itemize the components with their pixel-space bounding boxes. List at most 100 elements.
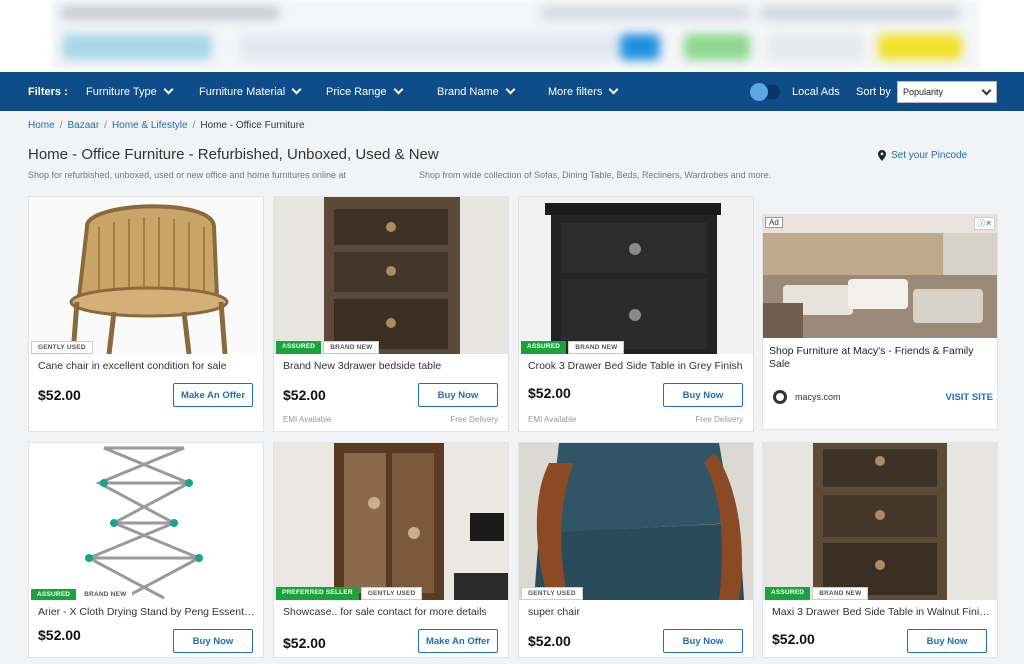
page-subtitle-left: Shop for refurbished, unboxed, used or n… [28,170,347,180]
product-title[interactable]: Brand New 3drawer bedside table [283,360,501,372]
breadcrumb-separator: / [59,120,63,131]
make-offer-button[interactable]: Make An Offer [418,629,498,653]
product-card[interactable]: ASSURED BRAND NEW Crook 3 Drawer Bed Sid… [518,196,754,432]
breadcrumb-current: Home - Office Furniture [200,120,305,131]
product-image-drying-stand[interactable]: ASSURED BRAND NEW [29,443,263,600]
product-card[interactable]: ASSURED BRAND NEW Maxi 3 Drawer Bed Side… [762,442,998,658]
product-image-showcase[interactable]: PREFERRED SELLER GENTLY USED [274,443,508,600]
pincode-label: Set your Pincode [891,150,968,161]
product-price: $52.00 [38,627,81,643]
product-price: $52.00 [283,387,326,403]
header-brand-blur [62,34,212,60]
filter-label: More filters [548,85,603,98]
emi-available: EMI Available [528,415,577,424]
make-offer-button[interactable]: Make An Offer [173,383,253,407]
product-card[interactable]: ASSURED BRAND NEW Brand New 3drawer beds… [273,196,509,432]
product-image-maxi-table[interactable]: ASSURED BRAND NEW [763,443,997,600]
ad-label: Ad [765,217,783,228]
badge-group: ASSURED BRAND NEW [31,589,133,600]
product-image-super-chair[interactable]: GENTLY USED [519,443,753,600]
product-image-cane-chair[interactable]: GENTLY USED [29,197,263,354]
ad-title[interactable]: Shop Furniture at Macy's - Friends & Fam… [769,345,993,371]
sort-value: Popularity [903,87,944,97]
toggle-knob [750,82,768,101]
toggle-switch[interactable] [750,82,780,101]
drying-stand-illustration [85,446,203,600]
header-links-blur [540,6,750,20]
free-delivery: Free Delivery [450,415,498,424]
product-card[interactable]: ASSURED BRAND NEW Arier - X Cloth Drying… [28,442,264,658]
product-card[interactable]: GENTLY USED super chair $52.00 Buy Now [518,442,754,658]
badge-gently-used: GENTLY USED [31,341,93,354]
badge-group: GENTLY USED [521,587,583,600]
breadcrumb-home[interactable]: Home [28,120,55,131]
filter-brand-name[interactable]: Brand Name [437,72,516,111]
filter-more-filters[interactable]: More filters [548,72,619,111]
product-price: $52.00 [772,631,815,647]
chevron-down-icon [608,84,619,95]
filter-furniture-type[interactable]: Furniture Type [86,72,174,111]
product-title[interactable]: super chair [528,606,746,618]
filter-label: Price Range [326,85,387,98]
ad-image[interactable]: Ad ⓘ✕ [763,215,997,338]
filters-label: Filters : [28,85,68,98]
chevron-down-icon [393,84,403,95]
filter-price-range[interactable]: Price Range [326,72,403,111]
badge-group: PREFERRED SELLER GENTLY USED [276,587,423,600]
search-button[interactable] [620,34,660,60]
ad-choices-close-icon[interactable]: ⓘ✕ [974,217,995,230]
badge-preferred-seller: PREFERRED SELLER [276,587,359,600]
location-pin-icon [878,150,886,161]
badge-assured: ASSURED [765,587,811,600]
product-price: $52.00 [38,387,81,403]
page-subtitle-right: Shop from wide collection of Sofas, Dini… [419,170,772,180]
filter-bar: Filters : Furniture Type Furniture Mater… [0,72,1024,111]
sort-by-label: Sort by [856,85,891,98]
free-delivery: Free Delivery [695,415,743,424]
product-card[interactable]: PREFERRED SELLER GENTLY USED Showcase.. … [273,442,509,658]
header-action-blur[interactable] [684,34,750,60]
buy-now-button[interactable]: Buy Now [663,629,743,653]
buy-now-button[interactable]: Buy Now [907,629,987,653]
badge-brand-new: BRAND NEW [78,589,133,600]
badge-group: ASSURED BRAND NEW [276,341,380,354]
breadcrumb-home-lifestyle[interactable]: Home & Lifestyle [112,120,188,131]
buy-now-button[interactable]: Buy Now [663,383,743,407]
breadcrumb-separator: / [192,120,196,131]
product-title[interactable]: Crook 3 Drawer Bed Side Table in Grey Fi… [528,360,746,372]
chevron-down-icon [505,84,516,95]
product-title[interactable]: Maxi 3 Drawer Bed Side Table in Walnut F… [772,606,990,618]
visit-site-button[interactable]: VISIT SITE [945,392,993,403]
emi-available: EMI Available [283,415,332,424]
walnut-bedside-table-illustration [763,443,997,600]
local-ads-toggle[interactable]: Local Ads [750,72,840,111]
breadcrumb-bazaar[interactable]: Bazaar [67,120,99,131]
buy-now-button[interactable]: Buy Now [173,629,253,653]
ad-domain: macys.com [773,390,841,404]
badge-assured: ASSURED [276,341,322,354]
ad-card[interactable]: Ad ⓘ✕ Shop Furniture at Macy's - Friends… [762,214,998,430]
filter-furniture-material[interactable]: Furniture Material [199,72,302,111]
product-title[interactable]: Showcase.. for sale contact for more det… [283,606,501,618]
breadcrumb: Home / Bazaar / Home & Lifestyle / Home … [28,120,305,131]
sort-select[interactable]: Popularity [897,81,997,103]
ad-domain-text: macys.com [795,392,841,402]
product-image-crook-table[interactable]: ASSURED BRAND NEW [519,197,753,354]
set-pincode-link[interactable]: Set your Pincode [878,150,967,161]
chevron-down-icon [163,84,174,95]
badge-gently-used: GENTLY USED [521,587,583,600]
badge-group: GENTLY USED [31,341,93,354]
top-header-blurred [0,0,1024,72]
product-title[interactable]: Arier - X Cloth Drying Stand by Peng Ess… [38,606,256,618]
bedside-table-illustration [274,197,508,354]
header-action-blur-2[interactable] [768,34,864,60]
buy-now-button[interactable]: Buy Now [418,383,498,407]
filter-label: Furniture Material [199,85,286,98]
product-image-bedside-table[interactable]: ASSURED BRAND NEW [274,197,508,354]
showcase-cabinet-illustration [274,443,508,600]
post-ad-button[interactable] [878,34,962,60]
product-title[interactable]: Cane chair in excellent condition for sa… [38,360,256,372]
badge-group: ASSURED BRAND NEW [521,341,625,354]
product-card[interactable]: GENTLY USED Cane chair in excellent cond… [28,196,264,432]
search-input[interactable] [240,34,620,60]
